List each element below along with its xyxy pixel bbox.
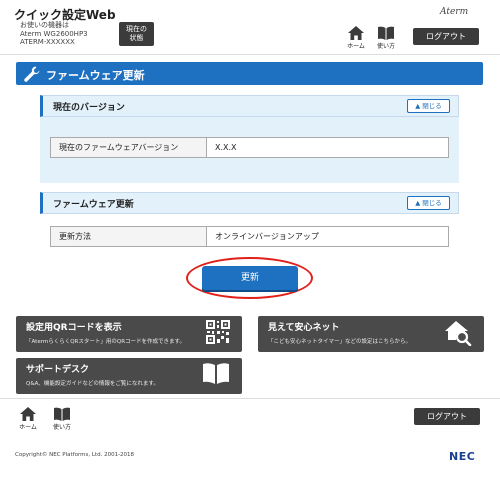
help-label: 使い方 bbox=[376, 43, 395, 50]
page-title-bar: ファームウェア更新 bbox=[16, 62, 483, 85]
qr-code-icon bbox=[206, 320, 230, 344]
wrench-icon bbox=[24, 66, 40, 82]
copyright: Copyright© NEC Platforms, Ltd. 2001-2018 bbox=[15, 452, 135, 458]
device-model: Aterm WG2600HP3 bbox=[20, 29, 88, 38]
chevron-up-icon: ▲ bbox=[415, 102, 421, 110]
collapse-label: 閉じる bbox=[422, 199, 442, 207]
section-firmware-update: ファームウェア更新 ▲ 閉じる 更新方法 オンラインバージョンアップ bbox=[40, 192, 459, 254]
info-table: 更新方法 オンラインバージョンアップ bbox=[50, 226, 449, 247]
tile-desc: 「AtermらくらくQRスタート」用のQRコードを作成できます。 bbox=[26, 339, 185, 345]
help-button[interactable]: 使い方 bbox=[374, 26, 398, 50]
book-icon bbox=[54, 407, 70, 421]
collapse-button[interactable]: ▲ 閉じる bbox=[407, 99, 450, 113]
home-button[interactable]: ホーム bbox=[344, 26, 368, 50]
collapse-button[interactable]: ▲ 閉じる bbox=[407, 196, 450, 210]
section-header: ファームウェア更新 ▲ 閉じる bbox=[40, 192, 459, 214]
support-desk-tile[interactable]: サポートデスク Q&A、機能設定ガイドなどの情報をご覧になれます。 bbox=[16, 358, 242, 394]
tile-title: 設定用QRコードを表示 bbox=[26, 323, 122, 333]
update-method-label: 更新方法 bbox=[51, 227, 207, 246]
aterm-logo: Aterm bbox=[440, 7, 469, 17]
section-header: 現在のバージョン ▲ 閉じる bbox=[40, 95, 459, 117]
section-current-version: 現在のバージョン ▲ 閉じる 現在のファームウェアバージョン X.X.X bbox=[40, 95, 459, 183]
device-label: お使いの機器は bbox=[20, 21, 69, 29]
firmware-version-label: 現在のファームウェアバージョン bbox=[51, 138, 207, 157]
update-method-value: オンラインバージョンアップ bbox=[215, 232, 319, 241]
safety-net-tile[interactable]: 見えて安心ネット 「こども安心ネットタイマー」などの設定はこちらから。 bbox=[258, 316, 484, 352]
footer-home-button[interactable]: ホーム bbox=[16, 407, 40, 431]
home-icon bbox=[20, 407, 36, 421]
tile-title: 見えて安心ネット bbox=[268, 323, 340, 333]
chevron-up-icon: ▲ bbox=[415, 199, 421, 207]
footer-divider bbox=[0, 398, 500, 399]
footer-help-button[interactable]: 使い方 bbox=[50, 407, 74, 431]
tile-desc: Q&A、機能設定ガイドなどの情報をご覧になれます。 bbox=[26, 381, 159, 387]
status-line1: 現在の bbox=[126, 25, 147, 33]
tile-desc: 「こども安心ネットタイマー」などの設定はこちらから。 bbox=[268, 339, 412, 345]
page-title: ファームウェア更新 bbox=[46, 69, 145, 82]
footer-logout-button[interactable]: ログアウト bbox=[414, 408, 480, 425]
section-body: 現在のファームウェアバージョン X.X.X bbox=[40, 127, 459, 183]
home-icon bbox=[348, 26, 364, 40]
nec-logo: NEC bbox=[449, 450, 476, 463]
book-icon bbox=[203, 363, 229, 384]
current-status-button[interactable]: 現在の 状態 bbox=[119, 22, 154, 46]
firmware-version-value: X.X.X bbox=[215, 143, 237, 152]
qr-code-tile[interactable]: 設定用QRコードを表示 「AtermらくらくQRスタート」用のQRコードを作成で… bbox=[16, 316, 242, 352]
footer-help-label: 使い方 bbox=[52, 424, 71, 431]
update-button[interactable]: 更新 bbox=[202, 266, 298, 290]
info-table: 現在のファームウェアバージョン X.X.X bbox=[50, 137, 449, 158]
header: クイック設定Web お使いの機器は Aterm WG2600HP3 ATERM-… bbox=[0, 0, 500, 58]
status-line2: 状態 bbox=[129, 34, 144, 42]
tile-title: サポートデスク bbox=[26, 365, 90, 375]
header-divider bbox=[0, 54, 500, 55]
logout-button[interactable]: ログアウト bbox=[413, 28, 479, 45]
device-info: お使いの機器は Aterm WG2600HP3 ATERM-XXXXXX bbox=[20, 21, 88, 47]
device-id: ATERM-XXXXXX bbox=[20, 38, 75, 46]
collapse-label: 閉じる bbox=[422, 102, 442, 110]
book-icon bbox=[378, 26, 394, 40]
section-body: 更新方法 オンラインバージョンアップ bbox=[40, 214, 459, 254]
footer-home-label: ホーム bbox=[19, 424, 37, 431]
section-title: ファームウェア更新 bbox=[53, 200, 134, 210]
house-search-icon bbox=[445, 321, 472, 346]
section-title: 現在のバージョン bbox=[53, 103, 125, 113]
home-label: ホーム bbox=[347, 43, 365, 50]
